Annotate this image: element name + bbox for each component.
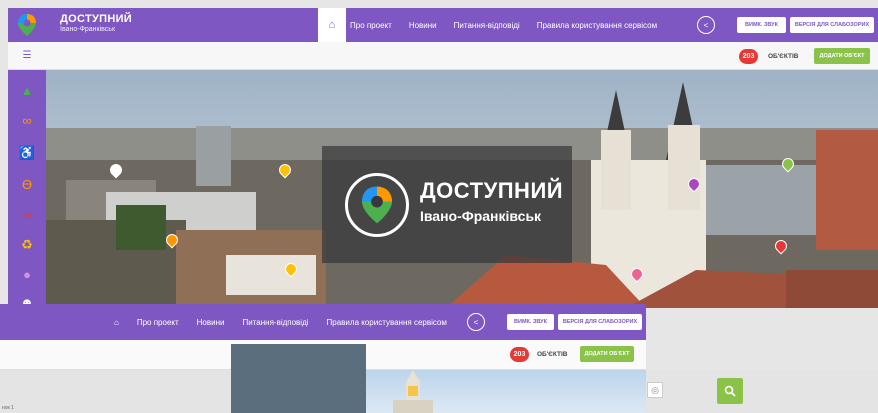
photo-thumbnail: [231, 344, 366, 413]
sub-toolbar: ☰ 203 ОБ'ЄКТІВ ДОДАТИ ОБ'ЄКТ: [8, 42, 878, 70]
nav-rules[interactable]: Правила користування сервісом: [537, 21, 657, 30]
add-object-button[interactable]: ДОДАТИ ОБ'ЄКТ: [580, 346, 634, 362]
brand-title: ДОСТУПНИЙ: [60, 13, 132, 25]
hero-title: ДОСТУПНИЙ: [420, 178, 564, 203]
sliders-icon[interactable]: ☰: [20, 50, 34, 62]
head-icon[interactable]: ●: [16, 266, 38, 284]
search-icon: [724, 385, 736, 397]
nav-news[interactable]: Новини: [197, 318, 225, 327]
share-button[interactable]: <: [697, 16, 715, 34]
low-vision-button[interactable]: ВЕРСІЯ ДЛЯ СЛАБОЗОРИХ: [790, 17, 874, 33]
objects-count-label: ОБ'ЄКТІВ: [537, 351, 568, 358]
hero-logo-panel: ДОСТУПНИЙ Івано-Франківськ: [322, 146, 572, 263]
main-nav: Про проект Новини Питання-відповіді Прав…: [350, 8, 674, 42]
top-header: ДОСТУПНИЙ Івано-Франківськ ⌂ Про проект …: [8, 8, 878, 42]
filter-sidebar: ▲ ∞ ♿ ϴ ∞ ♻ ● ☻: [8, 70, 46, 310]
hero-logo: [345, 173, 409, 237]
brand-subtitle: Івано-Франківськ: [60, 26, 116, 33]
tower-image: [393, 370, 433, 413]
objects-count-badge: 203: [739, 49, 758, 64]
objects-count-label: ОБ'ЄКТІВ: [768, 53, 799, 60]
logo[interactable]: [8, 8, 46, 42]
overlay-header: ⌂ Про проект Новини Питання-відповіді Пр…: [0, 304, 646, 340]
map-pin-logo-icon: [18, 14, 36, 36]
nav-rules[interactable]: Правила користування сервісом: [327, 318, 447, 327]
overlay-nav: ⌂ Про проект Новини Питання-відповіді Пр…: [114, 304, 465, 340]
bicycle-icon[interactable]: ∞: [16, 206, 38, 224]
glasses-icon[interactable]: ∞: [16, 112, 38, 130]
sound-toggle-button[interactable]: ВИМК. ЗВУК: [737, 17, 786, 33]
stroller-icon[interactable]: ♻: [16, 236, 38, 254]
nav-about[interactable]: Про проект: [137, 318, 179, 327]
map-pin-logo-icon: [362, 186, 392, 224]
nav-faq[interactable]: Питання-відповіді: [243, 318, 309, 327]
overlay-window: ⌂ Про проект Новини Питання-відповіді Пр…: [0, 304, 878, 413]
caption-text: нок 1: [2, 405, 14, 411]
nav-news[interactable]: Новини: [409, 21, 437, 30]
objects-count-badge: 203: [510, 347, 529, 362]
ear-icon[interactable]: ϴ: [16, 176, 38, 194]
home-button[interactable]: ⌂: [318, 8, 346, 42]
share-icon: <: [473, 317, 479, 327]
share-icon: <: [703, 20, 709, 30]
sound-toggle-button[interactable]: ВИМК. ЗВУК: [507, 314, 554, 330]
share-button[interactable]: <: [467, 313, 485, 331]
search-button[interactable]: [717, 378, 743, 404]
nav-about[interactable]: Про проект: [350, 21, 392, 30]
wheelchair-icon[interactable]: ♿: [16, 144, 38, 162]
low-vision-button[interactable]: ВЕРСІЯ ДЛЯ СЛАБОЗОРИХ: [558, 314, 642, 330]
nav-faq[interactable]: Питання-відповіді: [454, 21, 520, 30]
brand[interactable]: ДОСТУПНИЙ Івано-Франківськ: [60, 13, 132, 33]
add-object-button[interactable]: ДОДАТИ ОБ'ЄКТ: [814, 48, 870, 64]
home-icon: ⌂: [328, 19, 336, 31]
target-icon: ◎: [651, 384, 659, 395]
map-icon[interactable]: ▲: [16, 82, 38, 100]
hero-subtitle: Івано-Франківськ: [420, 208, 542, 224]
home-icon[interactable]: ⌂: [114, 318, 119, 327]
locate-button[interactable]: ◎: [647, 382, 663, 398]
